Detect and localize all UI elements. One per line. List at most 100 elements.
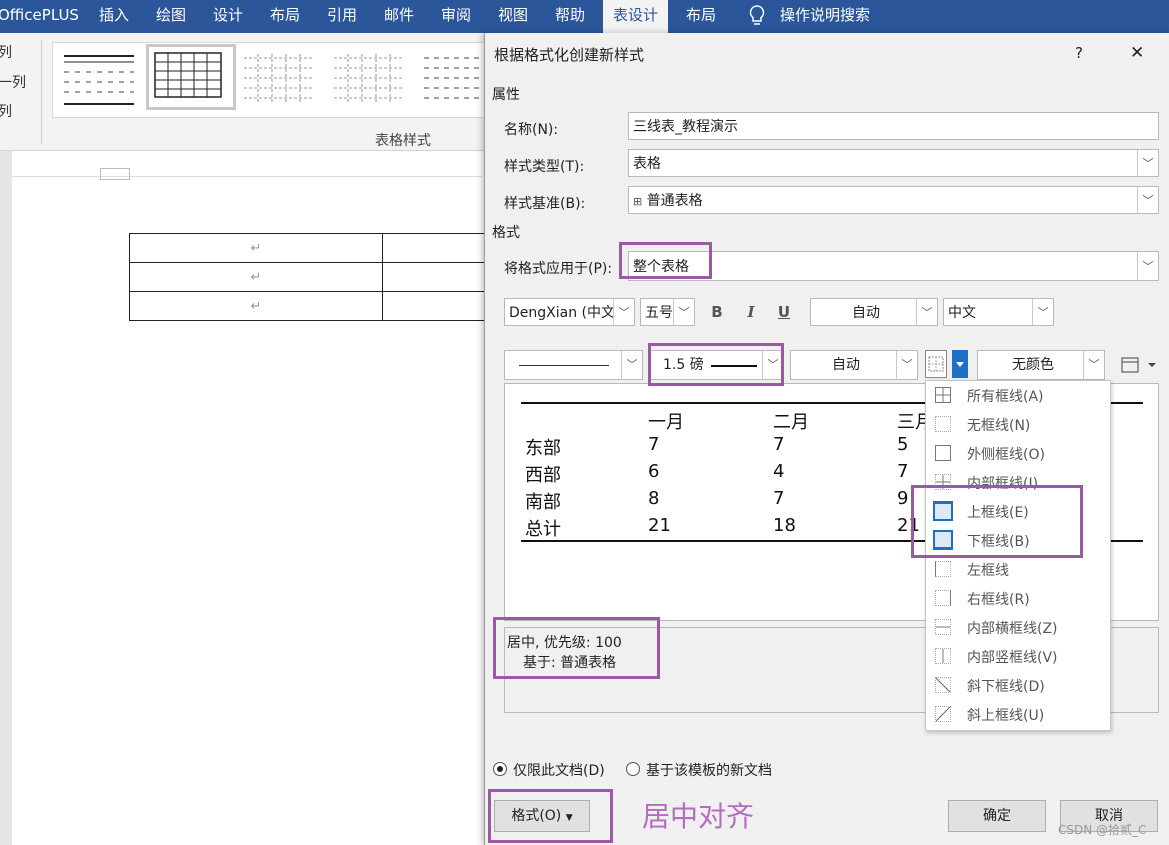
preview-header: 一月: [648, 412, 684, 433]
underline-button[interactable]: U: [771, 298, 797, 326]
dialog-title: 根据格式化创建新样式: [494, 46, 645, 64]
chevron-down-icon[interactable]: ﹀: [916, 299, 937, 325]
template-label[interactable]: 基于该模板的新文档: [646, 760, 772, 780]
preview-cell: 7: [897, 461, 909, 482]
style-type-value: 表格: [633, 156, 661, 172]
table-style-light-grid-2[interactable]: [330, 48, 414, 108]
cell-mark-icon[interactable]: ↵: [129, 291, 383, 321]
annotation-text: 居中对齐: [642, 800, 755, 833]
font-color-select[interactable]: 自动 ﹀: [810, 298, 938, 326]
tab-design[interactable]: 设计: [213, 0, 243, 33]
style-based-select[interactable]: ⊞ 普通表格 ﹀: [628, 186, 1159, 214]
border-button[interactable]: [925, 350, 947, 378]
cell-mark-icon[interactable]: ↵: [129, 262, 383, 292]
preview-cell: 5: [897, 434, 909, 455]
preview-cell: 7: [648, 434, 660, 455]
tab-help[interactable]: 帮助: [555, 0, 585, 33]
chevron-down-icon[interactable]: ﹀: [673, 299, 694, 325]
apply-to-label: 将格式应用于(P):: [504, 261, 613, 277]
left-border-icon: [935, 561, 951, 577]
menu-item-all-borders[interactable]: 所有框线(A): [926, 381, 1110, 410]
right-border-icon: [935, 590, 951, 606]
menu-item-diagonal-up[interactable]: 斜上框线(U): [926, 700, 1110, 729]
properties-heading: 属性: [492, 87, 520, 103]
chevron-down-icon[interactable]: ﹀: [1137, 252, 1158, 280]
inside-vertical-border-icon: [935, 648, 951, 664]
chevron-down-icon[interactable]: ﹀: [1137, 150, 1158, 176]
cell-mark-icon[interactable]: ↵: [129, 233, 383, 263]
ribbon-option-2[interactable]: 一列: [0, 72, 26, 92]
tell-me-search[interactable]: 操作说明搜索: [780, 0, 870, 33]
menu-item-inside-horizontal[interactable]: 内部横框线(Z): [926, 613, 1110, 642]
line-color-select[interactable]: 自动 ﹀: [790, 350, 918, 380]
border-dropdown-arrow[interactable]: [952, 350, 968, 378]
preview-cell: 6: [648, 461, 660, 482]
shading-value: 无颜色: [1012, 357, 1054, 373]
font-value: DengXian (中文: [509, 305, 615, 321]
italic-button[interactable]: I: [738, 298, 764, 326]
chevron-down-icon[interactable]: ﹀: [896, 351, 917, 379]
style-based-label: 样式基准(B):: [504, 196, 586, 212]
preview-cell: 7: [773, 488, 785, 509]
line-color-value: 自动: [832, 357, 860, 373]
preview-row-label: 西部: [525, 465, 561, 486]
ribbon-option-3[interactable]: 列: [0, 101, 12, 121]
highlight-format-button: [488, 789, 613, 843]
script-select[interactable]: 中文 ﹀: [943, 298, 1054, 326]
style-type-select[interactable]: 表格 ﹀: [628, 149, 1159, 177]
bold-button[interactable]: B: [704, 298, 730, 326]
style-type-label: 样式类型(T):: [504, 159, 585, 175]
ribbon-divider: [41, 40, 42, 144]
shading-select[interactable]: 无颜色 ﹀: [977, 350, 1105, 380]
tab-table-design[interactable]: 表设计: [603, 0, 669, 33]
table-style-grid-selected[interactable]: [146, 44, 236, 110]
menu-item-outside-borders[interactable]: 外侧框线(O): [926, 439, 1110, 468]
menu-item-diagonal-down[interactable]: 斜下框线(D): [926, 671, 1110, 700]
name-label: 名称(N):: [504, 122, 559, 138]
tab-review[interactable]: 审阅: [441, 0, 471, 33]
template-radio[interactable]: [626, 762, 640, 776]
no-border-icon: [935, 416, 951, 432]
menu-item-left-border[interactable]: 左框线: [926, 555, 1110, 584]
table-style-plain[interactable]: [60, 48, 144, 108]
menu-item-inside-vertical[interactable]: 内部竖框线(V): [926, 642, 1110, 671]
script-value: 中文: [948, 305, 976, 321]
preview-row-label: 总计: [525, 519, 561, 540]
chevron-down-icon[interactable]: ﹀: [1137, 187, 1158, 213]
chevron-down-icon[interactable]: ﹀: [621, 351, 642, 379]
preview-row-label: 南部: [525, 492, 561, 513]
font-select[interactable]: DengXian (中文 ﹀: [504, 298, 635, 326]
chevron-down-icon[interactable]: ﹀: [613, 299, 634, 325]
menu-item-right-border[interactable]: 右框线(R): [926, 584, 1110, 613]
alignment-menu-button[interactable]: [1120, 356, 1160, 374]
table-move-handle[interactable]: [100, 168, 130, 180]
tab-draw[interactable]: 绘图: [156, 0, 186, 33]
table-style-lines[interactable]: [418, 48, 482, 108]
close-icon[interactable]: ✕: [1130, 43, 1144, 63]
ok-button[interactable]: 确定: [948, 800, 1046, 832]
menu-item-no-border[interactable]: 无框线(N): [926, 410, 1110, 439]
chevron-down-icon[interactable]: ﹀: [1083, 351, 1104, 379]
tab-view[interactable]: 视图: [498, 0, 528, 33]
font-color-value: 自动: [852, 305, 880, 321]
style-name-input[interactable]: 三线表_教程演示: [628, 112, 1159, 140]
tab-mailings[interactable]: 邮件: [384, 0, 414, 33]
doc-only-label[interactable]: 仅限此文档(D): [513, 760, 605, 780]
highlight-apply-to: [619, 242, 712, 279]
preview-cell: 7: [773, 434, 785, 455]
line-style-select[interactable]: ﹀: [504, 350, 643, 380]
font-size-select[interactable]: 五号 ﹀: [640, 298, 695, 326]
tab-officeplus[interactable]: OfficePLUS: [0, 0, 79, 33]
ribbon-option-1[interactable]: 列: [0, 42, 12, 62]
tab-references[interactable]: 引用: [327, 0, 357, 33]
table-style-icon: ⊞: [633, 195, 643, 208]
highlight-description: [493, 617, 660, 679]
doc-only-radio[interactable]: [493, 762, 507, 776]
table-style-light-grid[interactable]: [240, 48, 324, 108]
tab-table-layout[interactable]: 布局: [686, 0, 716, 33]
tab-insert[interactable]: 插入: [99, 0, 129, 33]
lightbulb-icon: [748, 0, 766, 33]
help-button[interactable]: ?: [1075, 44, 1083, 62]
chevron-down-icon[interactable]: ﹀: [1032, 299, 1053, 325]
tab-layout[interactable]: 布局: [270, 0, 300, 33]
